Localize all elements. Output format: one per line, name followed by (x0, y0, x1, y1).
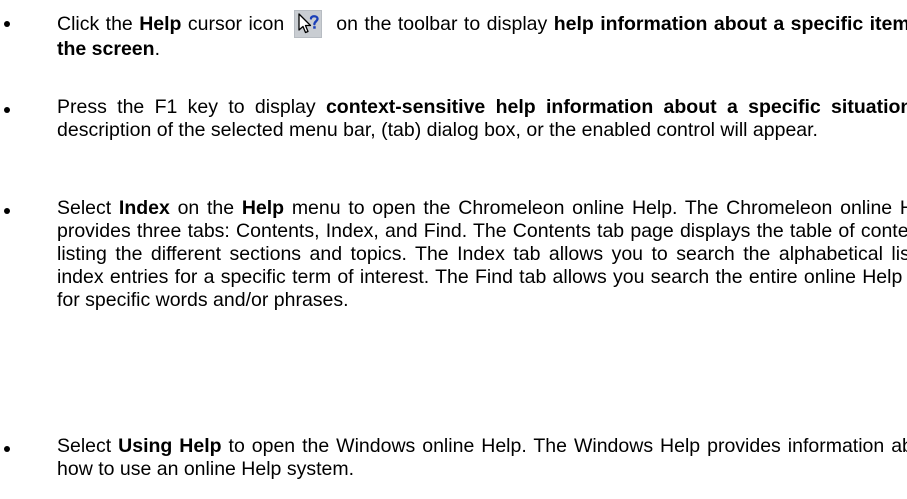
list-item: Select Using Help to open the Windows on… (0, 435, 907, 481)
text-segment: cursor icon (181, 13, 285, 35)
bold-text: context-sensitive help information about… (325, 96, 907, 118)
bullet-dot (4, 446, 10, 452)
bullet-dot (4, 21, 10, 27)
list-item: Click the Help cursor icon on the toolba… (0, 10, 907, 61)
document-page: Click the Help cursor icon on the toolba… (0, 0, 907, 499)
bold-text: Help (139, 13, 182, 35)
text-segment: Select (57, 435, 119, 457)
text-segment: Click the (57, 13, 140, 35)
bullet-dot (4, 107, 10, 113)
bullet-dot (4, 208, 10, 214)
text-segment: on the (169, 197, 242, 219)
list-item: Press the F1 key to display context-sens… (0, 96, 907, 142)
text-segment: Press the F1 key to display (57, 96, 326, 118)
text-segment: . (154, 38, 160, 60)
help-cursor-icon (294, 10, 323, 38)
bold-text: Using Help (118, 435, 222, 457)
bold-text: Help (241, 197, 285, 219)
text-segment: Select (57, 197, 119, 219)
bold-text: Index (118, 197, 170, 219)
text-segment: on the toolbar to display (336, 13, 554, 35)
list-item: Select Index on the Help menu to open th… (0, 197, 907, 312)
